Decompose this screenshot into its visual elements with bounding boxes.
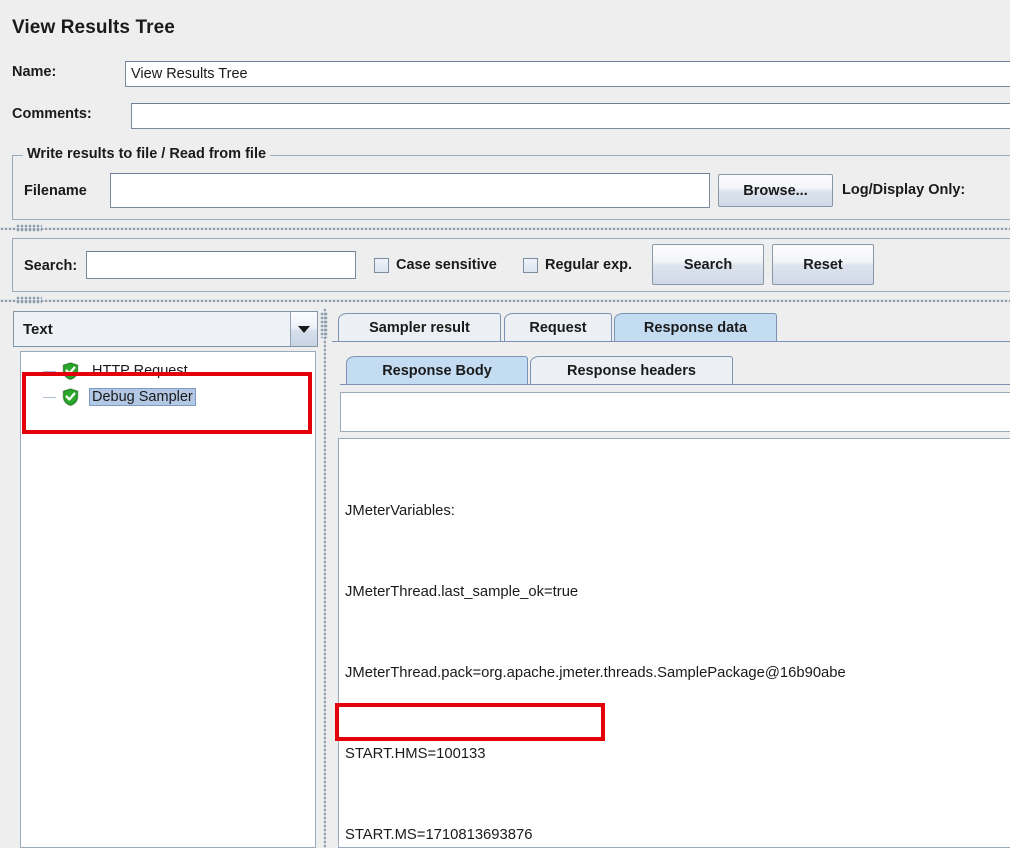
search-button[interactable]: Search [652, 244, 764, 285]
regular-exp-box[interactable] [523, 257, 538, 273]
status-ok-shield-icon [61, 361, 80, 381]
response-tabs[interactable]: Response Body Response headers [332, 352, 1010, 385]
tree-node-label: HTTP Request [92, 363, 188, 379]
comments-row: Comments: [0, 100, 1010, 132]
split-divider-top[interactable] [0, 224, 1010, 233]
results-tree[interactable]: HTTP Request Debug Sampler [20, 351, 316, 848]
response-line: START.MS=1710813693876 [345, 827, 533, 843]
tab-response-body[interactable]: Response Body [346, 356, 528, 385]
regular-exp-label: Regular exp. [545, 257, 633, 273]
filename-label: Filename [24, 183, 87, 199]
comments-label: Comments: [12, 106, 92, 122]
response-line: START.HMS=100133 [345, 746, 486, 762]
tree-connector [43, 397, 56, 398]
response-tabstrip-underline [340, 384, 1010, 385]
search-label: Search: [24, 258, 78, 274]
tree-node-debug-sampler[interactable]: Debug Sampler [21, 384, 315, 410]
search-input[interactable] [86, 251, 356, 279]
case-sensitive-label: Case sensitive [396, 257, 497, 273]
tab-request[interactable]: Request [504, 313, 612, 342]
split-divider-grip [16, 224, 42, 232]
regular-exp-checkbox[interactable]: Regular exp. [523, 257, 632, 273]
tree-connector [43, 371, 56, 372]
response-find-input[interactable] [340, 392, 1010, 432]
response-line: JMeterVariables: [345, 503, 455, 519]
response-line: JMeterThread.last_sample_ok=true [345, 584, 579, 600]
chevron-down-icon[interactable] [290, 312, 317, 346]
tab-response-data[interactable]: Response data [614, 313, 777, 342]
browse-button[interactable]: Browse... [718, 174, 833, 207]
name-row: Name: View Results Tree [0, 58, 1010, 90]
response-line: JMeterThread.pack=org.apache.jmeter.thre… [345, 665, 846, 681]
renderer-combo-value: Text [23, 320, 53, 338]
case-sensitive-box[interactable] [374, 257, 389, 273]
renderer-combo[interactable]: Text [13, 311, 318, 347]
tab-sampler-result[interactable]: Sampler result [338, 313, 501, 342]
tab-response-headers[interactable]: Response headers [530, 356, 733, 385]
tabstrip-underline [332, 341, 1010, 342]
vertical-split-grip [320, 312, 328, 338]
page-title: View Results Tree [12, 17, 175, 38]
vertical-split-divider[interactable] [320, 308, 329, 848]
write-results-legend: Write results to file / Read from file [23, 146, 271, 162]
tree-node-http-request[interactable]: HTTP Request [21, 358, 315, 384]
name-input[interactable]: View Results Tree [125, 61, 1010, 87]
case-sensitive-checkbox[interactable]: Case sensitive [374, 257, 497, 273]
log-display-only-label: Log/Display Only: [842, 182, 966, 198]
split-divider-middle[interactable] [0, 296, 1010, 305]
reset-button[interactable]: Reset [772, 244, 874, 285]
name-label: Name: [12, 64, 57, 80]
comments-input[interactable] [131, 103, 1010, 129]
result-tabs[interactable]: Sampler result Request Response data [332, 310, 1010, 342]
split-divider-grip-2 [16, 296, 42, 304]
response-body-text: JMeterVariables: JMeterThread.last_sampl… [345, 444, 1010, 848]
tree-node-label-selected: Debug Sampler [89, 388, 196, 406]
status-ok-shield-icon [61, 387, 80, 407]
filename-input[interactable] [110, 173, 710, 208]
